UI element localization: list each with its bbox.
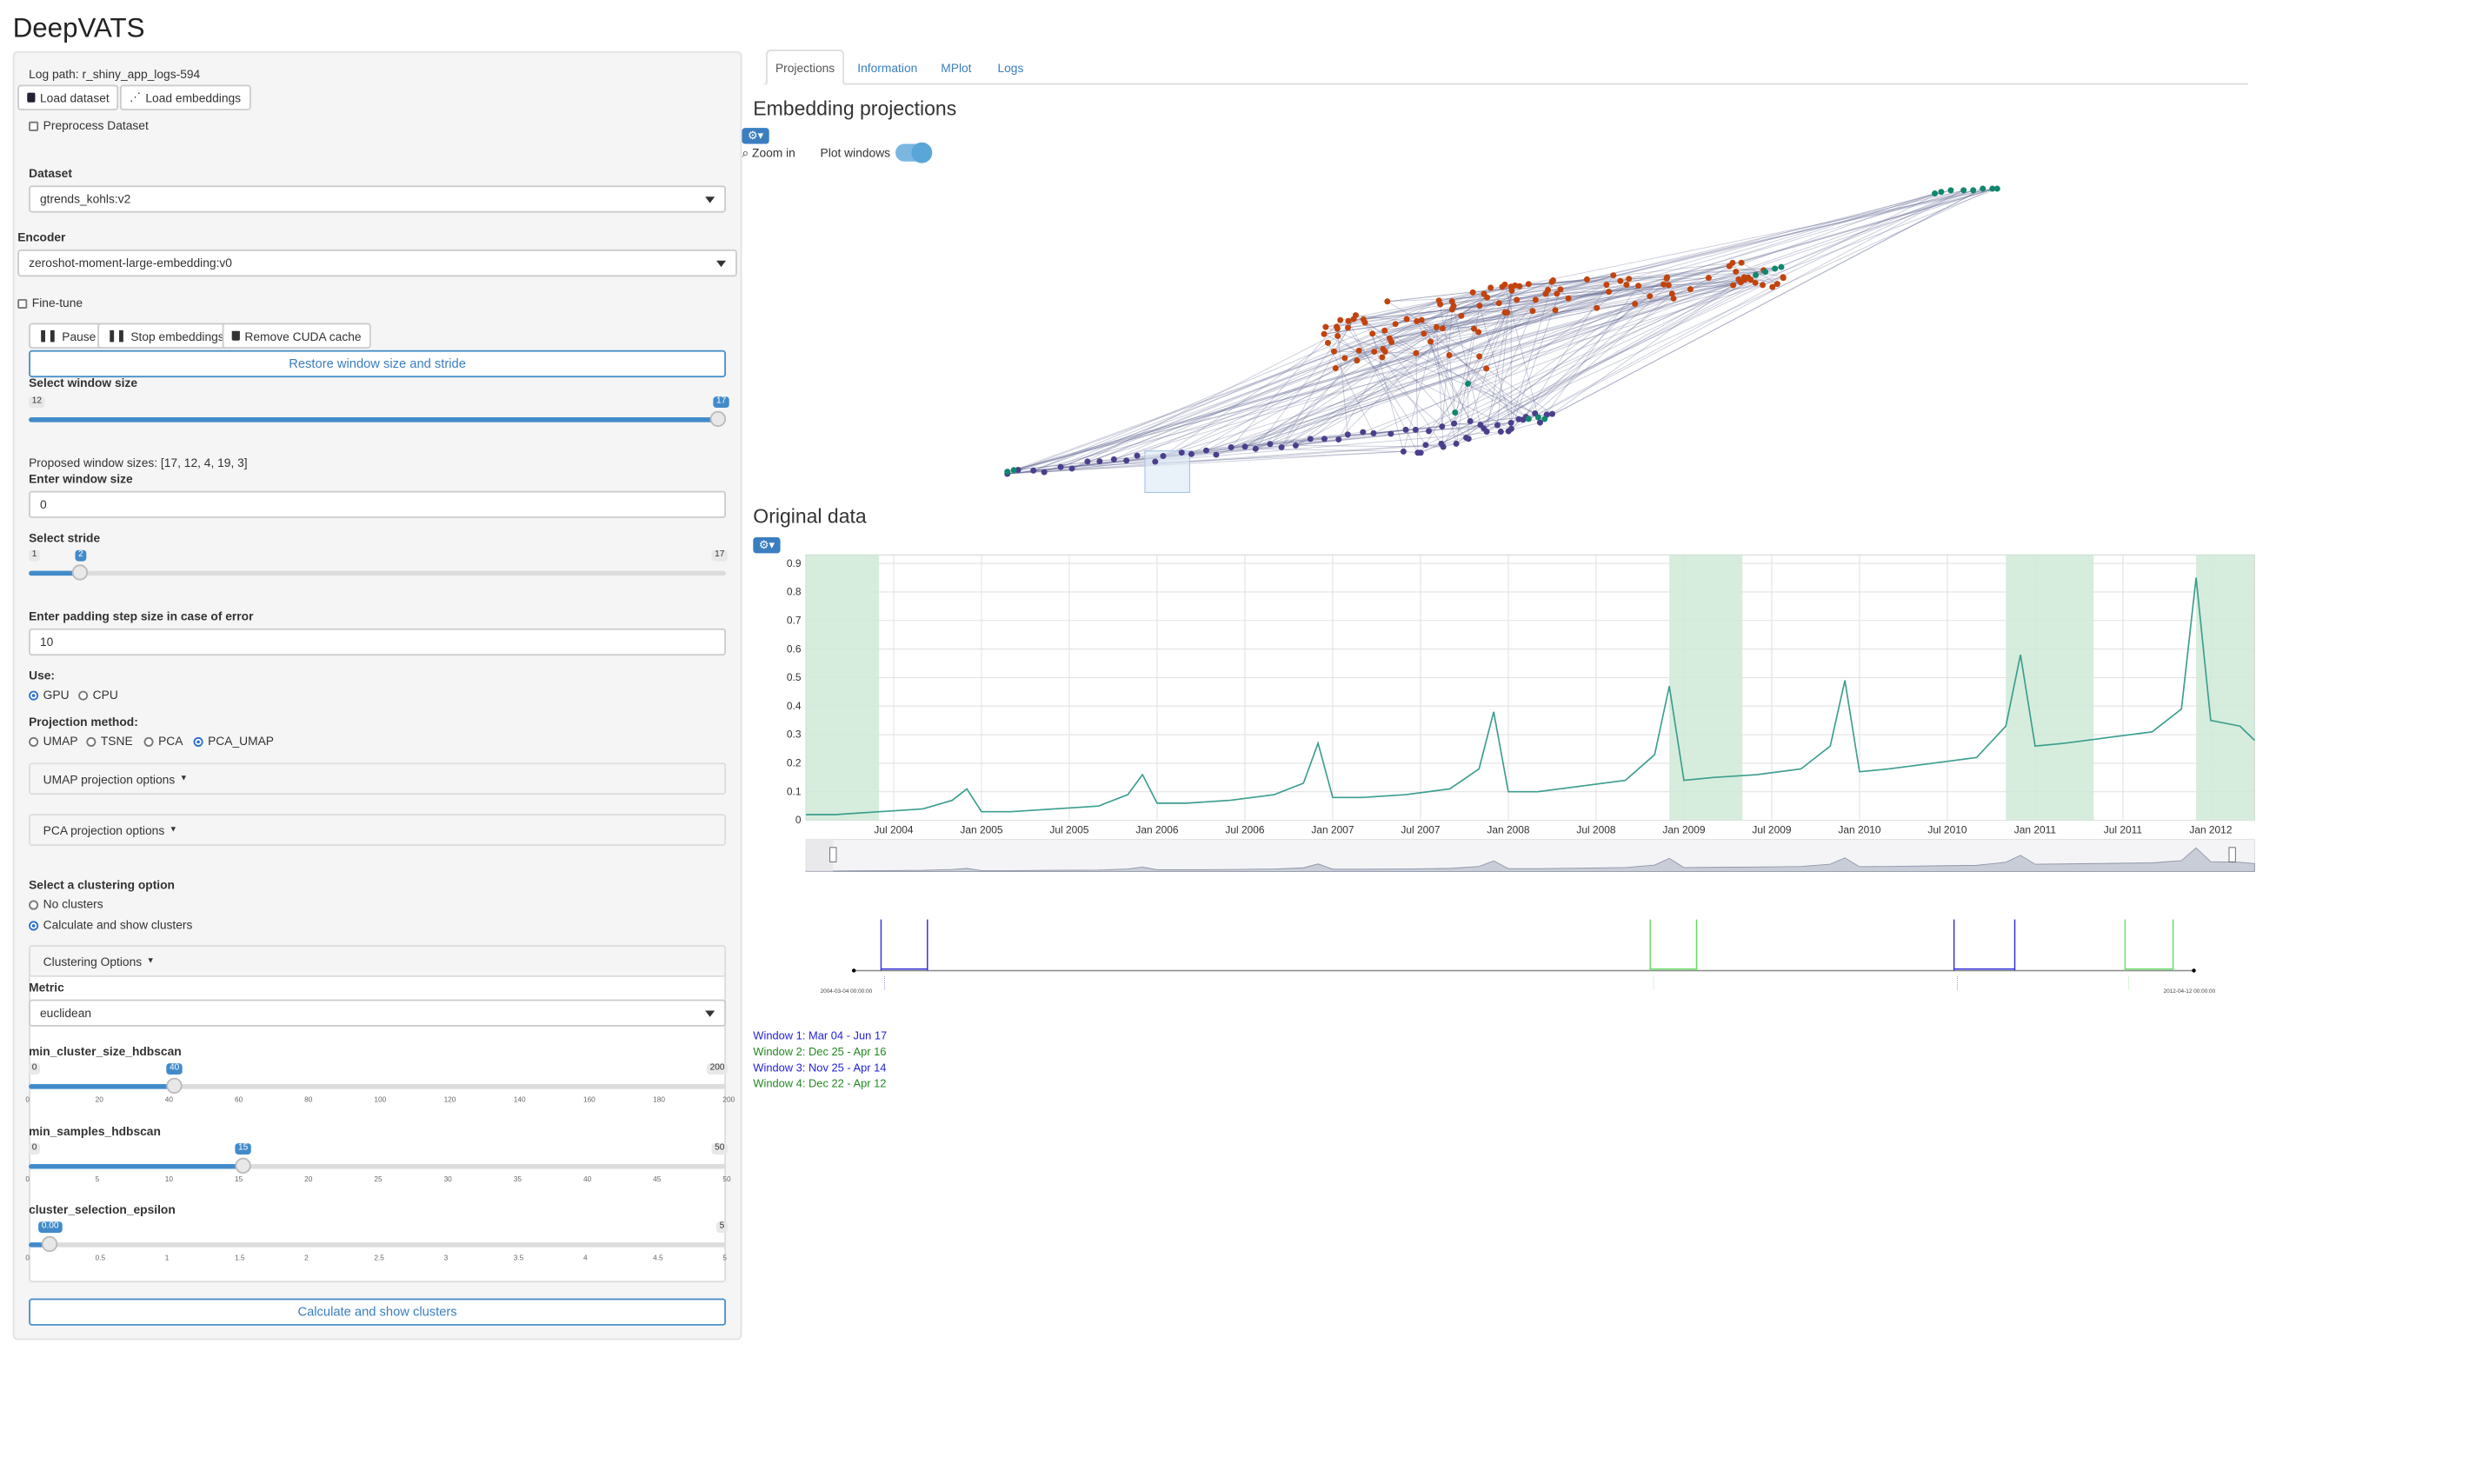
slider-value-badge: 40: [166, 1063, 183, 1075]
slider-tick-label: 0: [25, 1254, 30, 1262]
slider-tick-label: 50: [722, 1175, 731, 1184]
slider-tick-label: 2: [304, 1254, 309, 1262]
slider-tick-label: 3: [443, 1254, 449, 1262]
timeline-tick-label: ·······: [1650, 975, 1658, 990]
timeline-tick-label: ·······: [2125, 975, 2133, 990]
slider-tick-label: 20: [304, 1175, 313, 1184]
slider-max-label: 5: [716, 1221, 728, 1234]
timeline-start-label: 2004-03-04 00:00:00: [821, 988, 873, 995]
slider-tick-label: 0: [25, 1095, 30, 1104]
slider-tick-label: 0: [25, 1175, 30, 1184]
slider-tick-label: 0.5: [95, 1254, 106, 1262]
slider-min-label: 0: [29, 1143, 41, 1155]
windows-timeline: 2004-03-04 00:00:00 2012-04-12 00:00:00 …: [821, 919, 2216, 995]
window-line-1: Window 1: Mar 04 - Jun 17: [753, 1031, 888, 1043]
slider-tick-label: 40: [164, 1095, 174, 1104]
slider-tick-label: 180: [653, 1095, 665, 1104]
slider-tick-label: 80: [304, 1095, 313, 1104]
slider-handle[interactable]: [41, 1235, 58, 1253]
timeline-window-3: [1953, 919, 2016, 971]
slider-tick-label: 4.5: [653, 1254, 663, 1262]
timeline-tick-label: ·······: [1953, 975, 1961, 990]
slider-tick-label: 45: [653, 1175, 662, 1184]
window-line-4: Window 4: Dec 22 - Apr 12: [753, 1079, 887, 1091]
slider-tick-label: 2.5: [374, 1254, 384, 1262]
slider-tick-label: 4: [582, 1254, 588, 1262]
slider-tick-label: 120: [443, 1095, 456, 1104]
timeline-window-4: [2124, 919, 2174, 971]
timeline-end-label: 2012-04-12 00:00:00: [2164, 988, 2216, 995]
slider-tick-label: 200: [722, 1095, 735, 1104]
epsilon-label: cluster_selection_epsilon: [29, 1202, 176, 1217]
slider-tick-label: 140: [513, 1095, 526, 1104]
app-root: DeepVATS Log path: r_shiny_app_logs-594 …: [0, 0, 2469, 1484]
timeline-window-1: [880, 919, 928, 971]
calculate-clusters-button[interactable]: Calculate and show clusters: [29, 1298, 727, 1326]
timeline-tick-label: ·······: [881, 975, 888, 990]
slider-tick-label: 160: [582, 1095, 596, 1104]
slider-tick-label: 100: [374, 1095, 387, 1104]
slider-handle[interactable]: [166, 1077, 183, 1095]
slider-tick-label: 5: [95, 1175, 100, 1184]
slider-tick-label: 1.5: [235, 1254, 245, 1262]
slider-tick-label: 60: [235, 1095, 243, 1104]
window-line-2: Window 2: Dec 25 - Apr 16: [753, 1047, 887, 1059]
slider-tick-label: 3.5: [513, 1254, 524, 1262]
window-line-3: Window 3: Nov 25 - Apr 14: [753, 1063, 887, 1075]
slider-tick-label: 15: [235, 1175, 243, 1184]
slider-min-label: 0: [29, 1063, 41, 1075]
min-samples-label: min_samples_hdbscan: [29, 1124, 161, 1139]
slider-tick-label: 25: [374, 1175, 383, 1184]
slider-tick-label: 1: [164, 1254, 170, 1262]
slider-max-label: 50: [711, 1143, 729, 1155]
slider-tick-label: 20: [95, 1095, 103, 1104]
slider-handle[interactable]: [235, 1157, 251, 1175]
slider-max-label: 200: [706, 1063, 729, 1075]
timeline-window-2: [1649, 919, 1698, 971]
slider-tick-label: 40: [582, 1175, 592, 1184]
slider-tick-label: 35: [513, 1175, 522, 1184]
slider-value-badge: 0.00: [38, 1221, 63, 1234]
slider-tick-label: 10: [164, 1175, 174, 1184]
slider-value-badge: 15: [235, 1143, 252, 1155]
slider-tick-label: 5: [722, 1254, 727, 1262]
slider-tick-label: 30: [443, 1175, 452, 1184]
